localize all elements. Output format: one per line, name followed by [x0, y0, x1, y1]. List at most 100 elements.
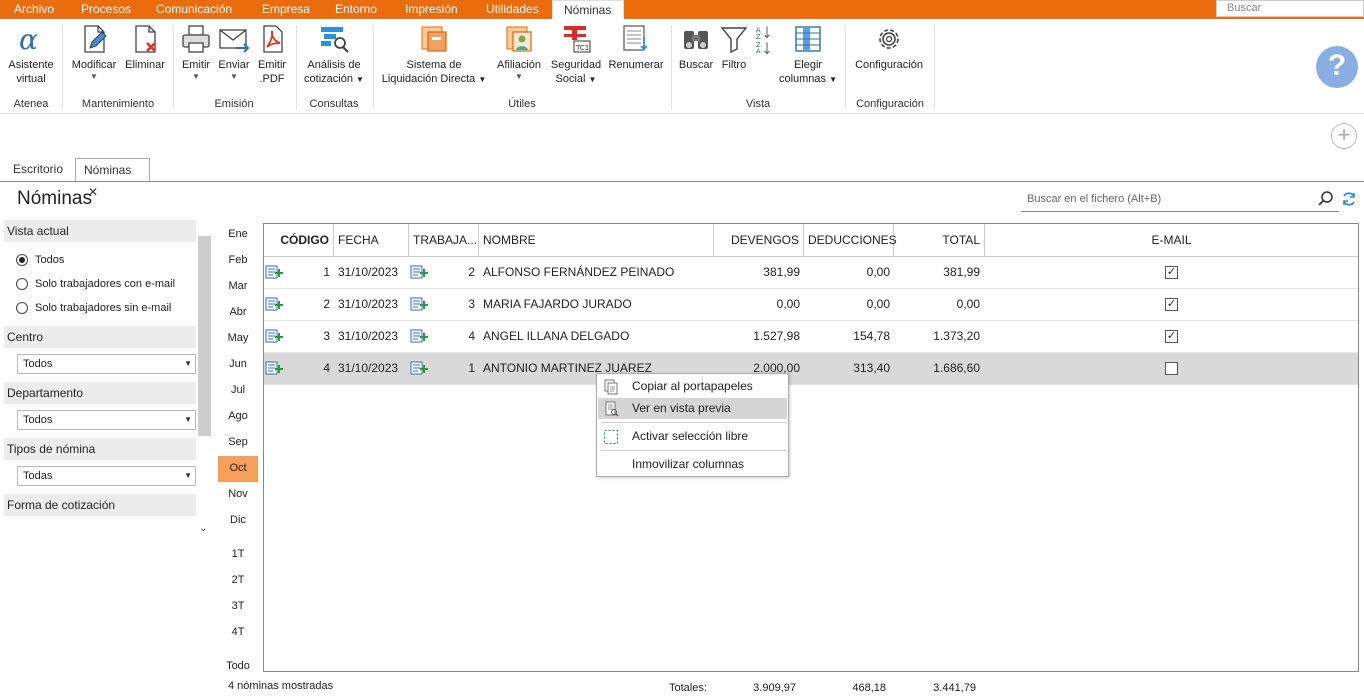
filtro-button[interactable]: Filtro: [718, 23, 750, 72]
cell-trabajador: 2: [468, 265, 475, 279]
ribbon-separator: [934, 25, 935, 109]
table-row-selected[interactable]: 4 31/10/2023 1 ANTONIO MARTINEZ JUAREZ 2…: [264, 353, 1358, 385]
month-dic[interactable]: Dic: [218, 508, 258, 534]
tab-escritorio[interactable]: Escritorio: [5, 158, 71, 182]
configuracion-button[interactable]: Configuración: [850, 23, 928, 72]
cell-total: 1.373,20: [933, 329, 980, 343]
table-row[interactable]: 3 31/10/2023 4 ANGEL ILLANA DELGADO 1.52…: [264, 321, 1358, 353]
departamento-select[interactable]: Todos ▼: [17, 410, 196, 430]
chevron-down-icon[interactable]: ⌄: [199, 523, 207, 534]
quarter-4t[interactable]: 4T: [218, 620, 258, 646]
menu-ver-vista-previa[interactable]: Ver en vista previa: [598, 398, 787, 419]
emitir-button[interactable]: Emitir ▼: [178, 23, 214, 82]
col-total[interactable]: TOTAL: [894, 224, 985, 257]
modificar-button[interactable]: Modificar ▼: [68, 23, 120, 82]
group-utiles: Útiles: [508, 98, 536, 110]
seguridad-social-button[interactable]: TC1 Seguridad Social ▼: [547, 23, 605, 87]
enviar-label: Enviar: [218, 59, 250, 71]
tipos-nomina-select[interactable]: Todas ▼: [17, 466, 196, 486]
total-total: 3.441,79: [933, 682, 976, 694]
cell-total: 0,00: [956, 297, 980, 311]
cell-codigo: 4: [323, 361, 330, 375]
afiliacion-user-icon: [506, 26, 532, 52]
month-mar[interactable]: Mar: [218, 274, 258, 300]
col-email[interactable]: E-MAIL: [985, 224, 1358, 257]
month-ene[interactable]: Ene: [218, 222, 258, 248]
month-sep[interactable]: Sep: [218, 430, 258, 456]
table-row[interactable]: 1 31/10/2023 2 ALFONSO FERNÁNDEZ PEINADO…: [264, 257, 1358, 289]
centro-select[interactable]: Todos ▼: [17, 354, 196, 374]
renumerar-button[interactable]: Renumerar: [606, 23, 666, 72]
menu-archivo[interactable]: Archivo: [8, 0, 60, 19]
worker-document-icon[interactable]: [410, 297, 428, 311]
worker-document-icon[interactable]: [410, 329, 428, 343]
scrollbar-thumb[interactable]: [198, 236, 211, 436]
col-fecha[interactable]: FECHA: [334, 224, 409, 257]
emitir-pdf-button[interactable]: Emitir .PDF: [254, 23, 290, 86]
menu-nominas[interactable]: Nóminas: [552, 0, 624, 19]
sort-button[interactable]: A Z Z A: [752, 23, 774, 58]
afiliacion-button[interactable]: Afiliación ▼: [494, 23, 544, 82]
departamento-header: Departamento: [4, 382, 196, 404]
file-search-input[interactable]: Buscar en el fichero (Alt+B): [1021, 188, 1339, 212]
quarter-2t[interactable]: 2T: [218, 568, 258, 594]
analisis-cotizacion-button[interactable]: Análisis de cotización ▼: [300, 23, 368, 87]
col-devengos[interactable]: DEVENGOS: [714, 224, 804, 257]
help-icon[interactable]: ?: [1316, 46, 1358, 88]
menu-entorno[interactable]: Entorno: [329, 0, 383, 19]
gear-icon: [879, 29, 899, 49]
menu-copiar-portapapeles[interactable]: Copiar al portapapeles: [598, 376, 787, 397]
radio-con-email[interactable]: Solo trabajadores con e-mail: [4, 272, 196, 296]
menu-impresion[interactable]: Impresión: [399, 0, 464, 19]
quarter-3t[interactable]: 3T: [218, 594, 258, 620]
month-feb[interactable]: Feb: [218, 248, 258, 274]
menu-activar-seleccion-libre[interactable]: Activar selección libre: [598, 426, 787, 447]
radio-sin-email[interactable]: Solo trabajadores sin e-mail: [4, 296, 196, 320]
top-search-input[interactable]: Buscar: [1216, 0, 1364, 17]
analysis-search-icon: [321, 27, 349, 53]
worker-document-icon[interactable]: [410, 361, 428, 375]
emitir-pdf-label-1: Emitir: [257, 59, 287, 71]
col-codigo[interactable]: CÓDIGO: [264, 224, 334, 257]
email-checkbox[interactable]: [1165, 362, 1178, 375]
elegir-columnas-button[interactable]: Elegir columnas ▼: [776, 23, 840, 87]
sistema-label-1: Sistema de: [406, 59, 462, 71]
col-trabajador[interactable]: TRABAJA...: [409, 224, 479, 257]
asistente-virtual-button[interactable]: α Asistente virtual: [5, 23, 57, 86]
worker-document-icon[interactable]: [410, 265, 428, 279]
menu-separator: [601, 450, 786, 451]
month-may[interactable]: May: [218, 326, 258, 352]
col-deducciones[interactable]: DEDUCCIONES: [804, 224, 897, 257]
search-icon[interactable]: [1317, 190, 1335, 208]
tab-divider: [0, 181, 1364, 182]
enviar-button[interactable]: Enviar ▼: [216, 23, 252, 82]
menu-inmovilizar-columnas[interactable]: Inmovilizar columnas: [598, 454, 787, 475]
email-checkbox[interactable]: ✓: [1165, 330, 1178, 343]
col-nombre[interactable]: NOMBRE: [479, 224, 714, 257]
refresh-icon[interactable]: [1341, 191, 1357, 207]
menu-empresa[interactable]: Empresa: [256, 0, 316, 19]
email-checkbox[interactable]: ✓: [1165, 266, 1178, 279]
month-jul[interactable]: Jul: [218, 378, 258, 404]
email-checkbox[interactable]: ✓: [1165, 298, 1178, 311]
table-row[interactable]: 2 31/10/2023 3 MARIA FAJARDO JURADO 0,00…: [264, 289, 1358, 321]
month-ago[interactable]: Ago: [218, 404, 258, 430]
buscar-button[interactable]: Buscar: [676, 23, 716, 72]
eliminar-button[interactable]: Eliminar: [122, 23, 168, 72]
menu-comunicacion[interactable]: Comunicación: [150, 0, 238, 19]
menu-procesos[interactable]: Procesos: [75, 0, 137, 19]
tab-nominas[interactable]: Nóminas ✕: [75, 158, 150, 199]
month-jun[interactable]: Jun: [218, 352, 258, 378]
quarter-1t[interactable]: 1T: [218, 542, 258, 568]
menu-copiar-label: Copiar al portapapeles: [632, 379, 753, 393]
month-oct[interactable]: Oct: [218, 456, 258, 482]
menu-utilidades[interactable]: Utilidades: [480, 0, 545, 19]
filter-scrollbar[interactable]: ⌄: [198, 222, 211, 534]
month-abr[interactable]: Abr: [218, 300, 258, 326]
add-tab-icon[interactable]: +: [1331, 123, 1357, 149]
month-todo[interactable]: Todo: [218, 654, 258, 680]
cell-fecha: 31/10/2023: [338, 297, 399, 311]
month-nov[interactable]: Nov: [218, 482, 258, 508]
sistema-liquidacion-button[interactable]: Sistema de Liquidación Directa ▼: [378, 23, 490, 87]
radio-todos[interactable]: Todos: [4, 248, 196, 272]
